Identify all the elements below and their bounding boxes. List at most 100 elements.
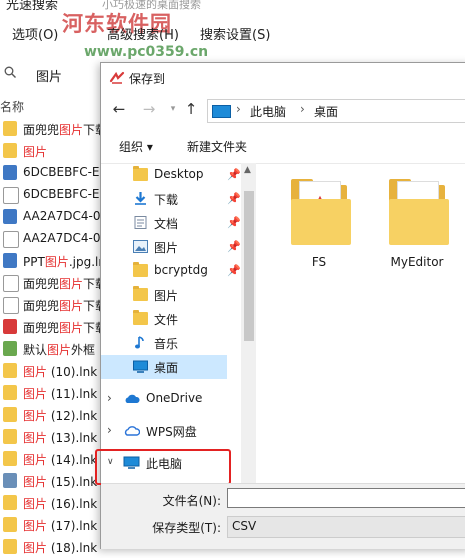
result-row-text: 图片 (17).lnk: [23, 519, 98, 533]
result-row-text: 面兜兜图片下载: [23, 299, 100, 313]
address-bar[interactable]: › 此电脑 › 桌面: [207, 99, 465, 123]
nav-item-desktop-folder[interactable]: Desktop 📌: [101, 163, 241, 187]
dialog-bottom-panel: 文件名(N): 保存类型(T): CSV: [101, 483, 465, 549]
menu-advanced-search[interactable]: 高级搜索(H): [107, 24, 179, 43]
menu-search-settings[interactable]: 搜索设置(S): [200, 24, 270, 43]
result-row[interactable]: 面兜兜图片下载: [0, 316, 100, 338]
result-row-text: 图片 (18).lnk: [23, 541, 98, 555]
result-row-text: 图片 (15).lnk: [23, 475, 98, 489]
file-name-label: FS: [311, 255, 327, 269]
nav-item-downloads[interactable]: 下载 📌: [101, 187, 241, 211]
document-icon: [3, 275, 19, 292]
folder-myeditor[interactable]: [389, 177, 449, 247]
menu-options[interactable]: 选项(O): [12, 24, 58, 43]
filetype-value: CSV: [232, 519, 257, 533]
tree-item-wps-cloud[interactable]: › WPS网盘: [101, 419, 241, 443]
nav-item-label: 下载: [154, 193, 179, 207]
folder-icon: [3, 539, 17, 554]
app-logo-icon: [109, 71, 125, 84]
new-folder-button[interactable]: 新建文件夹: [187, 138, 247, 155]
save-dialog: 保存到 ← → ▾ ↑ › 此电脑 › 桌面 组织 ▾ 新建文件夹 ▲ Desk…: [95, 62, 465, 549]
organize-button[interactable]: 组织 ▾: [119, 138, 153, 155]
nav-item-desktop[interactable]: 桌面: [101, 355, 227, 379]
result-row[interactable]: 面兜兜图片下载: [0, 272, 100, 294]
folder-fs[interactable]: [291, 177, 351, 247]
nav-item-music[interactable]: 音乐: [101, 331, 241, 355]
nav-item-label: 桌面: [154, 361, 179, 375]
folder-icon: [3, 143, 17, 158]
up-arrow-icon[interactable]: ↑: [181, 99, 201, 119]
nav-item-pictures[interactable]: 图片 📌: [101, 235, 241, 259]
file-name-label: MyEditor: [390, 255, 444, 269]
nav-item-documents[interactable]: 文档 📌: [101, 211, 241, 235]
navigation-pane: Desktop 📌 下载 📌 文档 📌 图片 📌 bcryptdg 📌 图片 文…: [95, 163, 256, 485]
wps-cloud-icon: [124, 426, 140, 436]
folder-icon: [3, 385, 17, 400]
filename-label: 文件名(N):: [162, 494, 221, 508]
result-row[interactable]: 面兜兜图片下载: [0, 118, 100, 140]
column-header-name[interactable]: 名称: [0, 98, 24, 115]
computer-icon: [212, 105, 231, 118]
result-row[interactable]: 图片 (17).lnk: [0, 514, 100, 536]
result-row[interactable]: 图片 (13).lnk: [0, 426, 100, 448]
result-row[interactable]: PPT图片.jpg.lnk: [0, 250, 100, 272]
nav-item-pictures-folder[interactable]: 图片: [101, 283, 241, 307]
document-icon: [3, 297, 19, 314]
folder-icon: [133, 166, 148, 181]
result-row[interactable]: 面兜兜图片下载: [0, 294, 100, 316]
folder-icon: [3, 451, 17, 466]
breadcrumb-separator-icon[interactable]: ›: [236, 102, 241, 116]
tree-item-onedrive[interactable]: › OneDrive: [101, 387, 241, 411]
nav-item-label: 图片: [154, 289, 179, 303]
breadcrumb-this-pc[interactable]: 此电脑: [250, 103, 286, 120]
result-row[interactable]: 图片 (15).lnk: [0, 470, 100, 492]
result-row-text: 图片 (14).lnk: [23, 453, 98, 467]
result-row[interactable]: AA2A7DC4-06: [0, 206, 100, 228]
result-row[interactable]: AA2A7DC4-06: [0, 228, 100, 250]
breadcrumb-separator-icon[interactable]: ›: [300, 102, 305, 116]
chevron-right-icon[interactable]: ›: [107, 423, 112, 437]
watermark-url: www.pc0359.cn: [84, 44, 209, 60]
breadcrumb-desktop[interactable]: 桌面: [314, 103, 338, 120]
filename-input[interactable]: [227, 488, 465, 508]
result-row[interactable]: 图片 (16).lnk: [0, 492, 100, 514]
folder-icon: [3, 121, 17, 136]
result-row[interactable]: 图片 (18).lnk: [0, 536, 100, 558]
app-icon: [3, 319, 17, 334]
search-icon: [4, 66, 16, 78]
result-row-text: 面兜兜图片下载: [23, 277, 100, 291]
tree-item-label: OneDrive: [146, 391, 203, 405]
search-input[interactable]: 图片: [36, 66, 62, 85]
search-box[interactable]: 图片: [0, 62, 100, 88]
nav-item-bcryptdg[interactable]: bcryptdg 📌: [101, 259, 241, 283]
result-row-text: 图片: [23, 145, 48, 159]
result-row[interactable]: 6DCBEBFC-E7: [0, 184, 100, 206]
document-icon: [3, 231, 19, 248]
result-row[interactable]: 图片 (12).lnk: [0, 404, 100, 426]
result-row-text: 面兜兜图片下载: [23, 123, 100, 137]
result-row[interactable]: 默认图片外框: [0, 338, 100, 360]
result-row-text: AA2A7DC4-06: [23, 231, 100, 245]
folder-icon: [133, 286, 148, 301]
recent-chevron-icon[interactable]: ▾: [163, 99, 183, 119]
forward-arrow-icon[interactable]: →: [139, 99, 159, 119]
dialog-titlebar[interactable]: 保存到: [101, 63, 465, 93]
folder-icon: [3, 517, 17, 532]
chevron-right-icon[interactable]: ›: [107, 391, 112, 405]
result-row[interactable]: 图片 (11).lnk: [0, 382, 100, 404]
back-arrow-icon[interactable]: ←: [109, 99, 129, 119]
nav-item-label: Desktop: [154, 167, 204, 181]
result-row[interactable]: 6DCBEBFC-E7: [0, 162, 100, 184]
nav-item-label: 图片: [154, 241, 179, 255]
filetype-select[interactable]: CSV: [227, 516, 465, 538]
result-row[interactable]: 图片 (14).lnk: [0, 448, 100, 470]
app-title: 光速搜索: [6, 0, 59, 13]
result-row-text: 图片 (12).lnk: [23, 409, 98, 423]
result-row-text: PPT图片.jpg.lnk: [23, 255, 100, 269]
pin-icon: 📌: [227, 240, 241, 253]
result-row-text: 6DCBEBFC-E7: [23, 187, 100, 201]
result-row[interactable]: 图片 (10).lnk: [0, 360, 100, 382]
result-row[interactable]: 图片: [0, 140, 100, 162]
nav-item-files-folder[interactable]: 文件: [101, 307, 241, 331]
pin-icon: 📌: [227, 192, 241, 205]
